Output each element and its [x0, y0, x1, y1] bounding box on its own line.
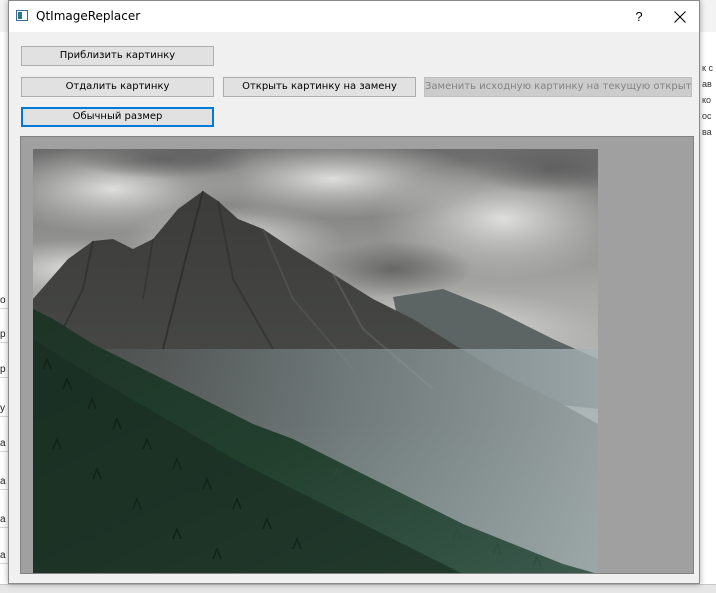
background-fragment: к с — [702, 63, 713, 73]
close-icon — [674, 11, 686, 23]
main-window: QtImageReplacer ? Приблизить картинку От… — [8, 0, 700, 584]
background-fragment: о — [0, 294, 8, 309]
background-fragment: ос — [702, 111, 712, 121]
background-right-panel: к с ав ко ос ва — [700, 32, 716, 584]
close-button[interactable] — [661, 1, 699, 32]
background-left-panel: о р р у а а а а — [0, 32, 8, 584]
app-window-icon — [16, 10, 28, 21]
zoom-in-button[interactable]: Приблизить картинку — [21, 46, 214, 66]
help-button[interactable]: ? — [621, 1, 657, 32]
replace-original-button[interactable]: Заменить исходную картинку на текущую от… — [424, 77, 692, 97]
mountain-landscape-image — [33, 149, 598, 573]
background-fragment: а — [0, 549, 8, 564]
background-fragment: ав — [702, 79, 712, 89]
displayed-image — [33, 149, 598, 573]
window-title: QtImageReplacer — [36, 9, 141, 23]
background-fragment: ва — [702, 127, 712, 137]
image-viewer[interactable] — [20, 136, 694, 574]
background-fragment: а — [0, 437, 8, 452]
background-fragment: р — [0, 328, 8, 343]
normal-size-button[interactable]: Обычный размер — [21, 107, 214, 127]
open-replacement-button[interactable]: Открыть картинку на замену — [223, 77, 416, 97]
background-fragment: а — [0, 513, 8, 528]
zoom-out-button[interactable]: Отдалить картинку — [21, 77, 214, 97]
title-bar[interactable]: QtImageReplacer ? — [9, 1, 699, 32]
background-fragment: у — [0, 402, 8, 417]
background-fragment: р — [0, 363, 8, 378]
background-fragment: а — [0, 475, 8, 490]
background-fragment: ко — [702, 95, 712, 105]
